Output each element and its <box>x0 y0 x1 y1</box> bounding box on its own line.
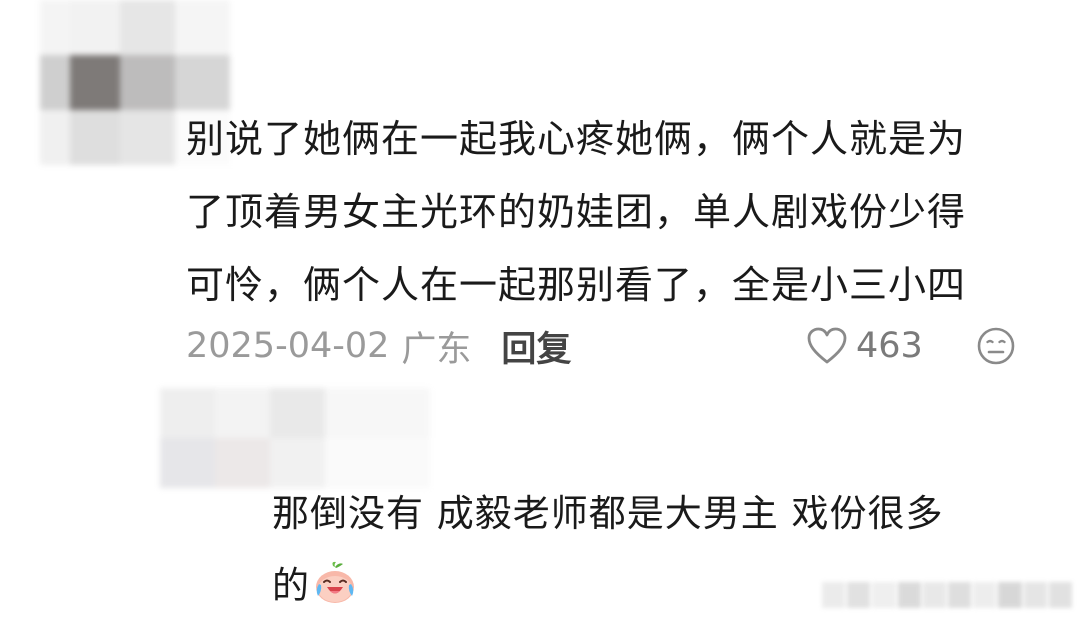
watermark-block <box>973 582 997 608</box>
watermark-block <box>1023 582 1047 608</box>
replier-avatar-blurred[interactable] <box>160 388 430 488</box>
comment-meta-row: 2025-04-02 广东 回复 463 <box>186 318 1026 374</box>
like-count: 463 <box>856 326 923 366</box>
watermark-block <box>948 582 972 608</box>
mosaic-cell <box>215 388 270 438</box>
mosaic-cell <box>120 0 175 55</box>
mosaic-cell <box>160 388 215 438</box>
comment-text: 别说了她俩在一起我心疼她俩，俩个人就是为 了顶着男女主光环的奶娃团，单人剧戏份少… <box>186 117 967 307</box>
meh-face-icon[interactable] <box>976 326 1016 366</box>
mosaic-cell <box>230 55 340 110</box>
mosaic-cell <box>270 388 325 438</box>
mosaic-cell <box>230 0 340 55</box>
comment-date: 2025-04-02 <box>186 326 390 366</box>
mosaic-cell <box>175 55 230 110</box>
mosaic-cell <box>325 388 430 438</box>
like-button[interactable]: 463 <box>806 318 923 374</box>
mosaic-cell <box>40 0 70 55</box>
mosaic-cell <box>215 438 270 488</box>
mosaic-cell <box>120 110 175 165</box>
watermark-block <box>897 582 921 608</box>
crying-laughing-peach-emoji <box>316 561 354 603</box>
mosaic-cell <box>40 110 70 165</box>
heart-outline-icon <box>807 327 847 364</box>
mosaic-cell <box>70 0 120 55</box>
mosaic-cell <box>40 55 70 110</box>
watermark-block <box>822 582 846 608</box>
reply-button[interactable]: 回复 <box>501 321 571 372</box>
watermark-block <box>922 582 947 608</box>
watermark-block <box>998 582 1022 608</box>
comment-location: 广东 <box>401 329 472 370</box>
watermark-blurred <box>822 582 1073 608</box>
watermark-block <box>1048 582 1073 608</box>
mosaic-cell <box>175 0 230 55</box>
mosaic-cell <box>160 438 215 488</box>
mosaic-cell <box>120 55 175 110</box>
mosaic-cell <box>70 110 120 165</box>
watermark-block <box>847 582 871 608</box>
watermark-block <box>872 582 896 608</box>
mosaic-cell <box>70 55 120 110</box>
